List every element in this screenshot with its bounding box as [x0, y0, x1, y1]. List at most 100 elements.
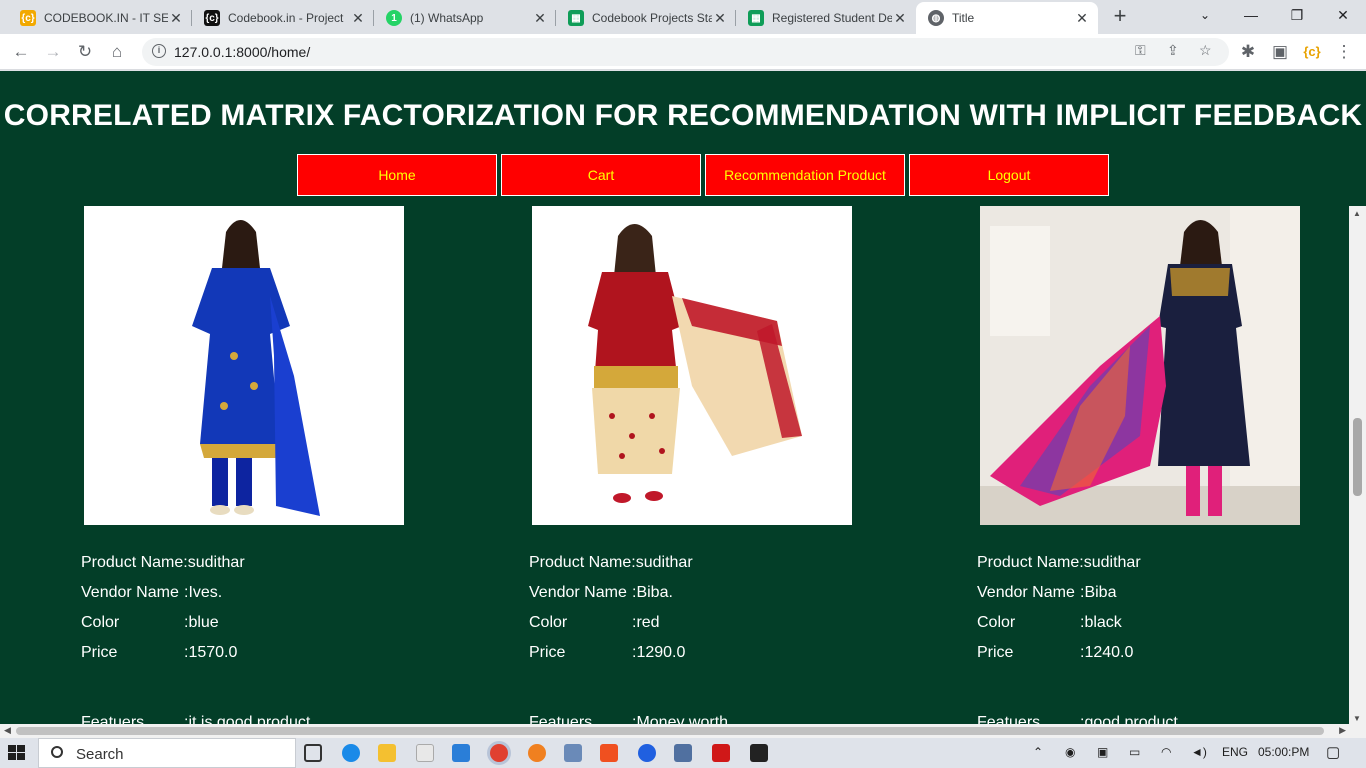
file-explorer-icon[interactable]: [378, 744, 396, 762]
extensions-icon[interactable]: ✱: [1235, 39, 1261, 65]
tab-search-icon[interactable]: ⌄: [1182, 0, 1228, 32]
acrobat-icon[interactable]: [712, 744, 730, 762]
tab-strip: {c} CODEBOOK.IN - IT SER ✕ {c} Codebook.…: [0, 0, 1366, 34]
chrome-icon[interactable]: [490, 744, 508, 762]
remote-desktop-icon[interactable]: [564, 744, 582, 762]
codebook-icon: {c}: [20, 10, 36, 26]
windows-start-icon[interactable]: [8, 745, 26, 761]
scroll-right-icon[interactable]: ▶: [1339, 725, 1346, 736]
nav-recommendation-product[interactable]: Recommendation Product: [705, 154, 905, 196]
notifications-icon[interactable]: ▢: [1326, 743, 1340, 761]
chevron-up-icon[interactable]: ⌃: [1033, 745, 1043, 759]
meet-now-icon[interactable]: ◉: [1065, 745, 1075, 759]
key-icon[interactable]: ⚿: [1135, 42, 1146, 59]
reload-icon[interactable]: ↻: [72, 39, 98, 65]
product-image[interactable]: [532, 206, 852, 525]
vscode-icon[interactable]: [452, 744, 470, 762]
home-icon[interactable]: ⌂: [104, 39, 130, 65]
windows-taskbar: Search ⌃ ◉ ▣ ▭ ◠ ◄) ENG 05:00:PM ▢: [0, 738, 1366, 768]
product-image[interactable]: [980, 206, 1300, 525]
terminal-icon[interactable]: [750, 744, 768, 762]
page-content: CORRELATED MATRIX FACTORIZATION FOR RECO…: [0, 71, 1366, 738]
color-value: :red: [632, 614, 660, 631]
scroll-down-icon[interactable]: ▼: [1353, 714, 1361, 723]
codebook-extension-icon[interactable]: {c}: [1299, 39, 1325, 65]
edge-icon[interactable]: [342, 744, 360, 762]
tab-registered-student[interactable]: ▦ Registered Student De ✕: [736, 2, 916, 34]
browser-toolbar: ← → ↻ ⌂ i 127.0.0.1:8000/home/ ⚿ ⇪ ☆ ✱ ▣…: [0, 34, 1366, 70]
vendor-name-label: Vendor Name: [977, 584, 1075, 601]
product-image[interactable]: [84, 206, 404, 525]
new-tab-button[interactable]: +: [1108, 5, 1132, 29]
brave-icon[interactable]: [600, 744, 618, 762]
tab-title-active[interactable]: ◍ Title ✕: [916, 2, 1098, 34]
product-name-label: Product Name:: [529, 554, 636, 571]
price-value: :1290.0: [632, 644, 686, 661]
url-text[interactable]: 127.0.0.1:8000/home/: [174, 44, 310, 60]
color-label: Color: [529, 614, 568, 631]
nav-home[interactable]: Home: [297, 154, 497, 196]
zoom-icon[interactable]: [638, 744, 656, 762]
close-icon[interactable]: ✕: [1074, 10, 1090, 27]
product-name-value: sudithar: [187, 554, 245, 571]
tab-codebook-sheet[interactable]: ▦ Codebook Projects Sta ✕: [556, 2, 736, 34]
forward-icon[interactable]: →: [40, 39, 66, 65]
product-details: Product Name: sudithar Vendor Name:Biba. …: [529, 548, 862, 738]
close-icon[interactable]: ✕: [168, 10, 184, 27]
share-icon[interactable]: ⇪: [1167, 42, 1179, 59]
product-card: Product Name: sudithar Vendor Name:Biba. …: [529, 206, 862, 738]
tab-whatsapp[interactable]: 1 (1) WhatsApp ✕: [374, 2, 556, 34]
product-card: Product Name: sudithar Vendor Name:Biba C…: [977, 206, 1310, 738]
product-name-label: Product Name:: [977, 554, 1084, 571]
task-view-icon[interactable]: [304, 744, 322, 762]
codebook-icon: {c}: [204, 10, 220, 26]
tab-codebook-it[interactable]: {c} CODEBOOK.IN - IT SER ✕: [8, 2, 192, 34]
tab-codebook-project[interactable]: {c} Codebook.in - Project ✕: [192, 2, 374, 34]
search-icon: [51, 746, 63, 758]
nav-cart[interactable]: Cart: [501, 154, 701, 196]
nav-logout[interactable]: Logout: [909, 154, 1109, 196]
close-window-button[interactable]: ✕: [1320, 0, 1366, 32]
bookmark-star-icon[interactable]: ☆: [1199, 42, 1212, 59]
volume-icon[interactable]: ◄): [1191, 745, 1207, 759]
close-icon[interactable]: ✕: [712, 10, 728, 27]
price-label: Price: [977, 644, 1014, 661]
store-icon[interactable]: [416, 744, 434, 762]
language-indicator[interactable]: ENG: [1222, 745, 1248, 759]
scroll-thumb[interactable]: [16, 727, 1324, 735]
close-icon[interactable]: ✕: [350, 10, 366, 27]
taskbar-search-text: Search: [76, 746, 124, 763]
tab-title: CODEBOOK.IN - IT SER: [44, 11, 168, 25]
tab-title: Codebook.in - Project: [228, 11, 344, 25]
taskbar-search-box[interactable]: Search: [38, 738, 296, 768]
product-card: Product Name: sudithar Vendor Name:Ives. …: [81, 206, 414, 738]
display-icon[interactable]: ▣: [1097, 745, 1108, 759]
price-label: Price: [529, 644, 566, 661]
vertical-scrollbar[interactable]: ▲ ▼: [1349, 206, 1366, 726]
vendor-name-value: :Ives.: [184, 584, 223, 601]
minimize-button[interactable]: —: [1228, 0, 1274, 32]
side-panel-icon[interactable]: ▣: [1267, 39, 1293, 65]
clock[interactable]: 05:00:PM: [1258, 745, 1309, 759]
price-label: Price: [81, 644, 118, 661]
restore-button[interactable]: ❐: [1274, 0, 1320, 32]
horizontal-scrollbar[interactable]: ◀ ▶: [0, 724, 1366, 738]
scroll-left-icon[interactable]: ◀: [4, 725, 11, 736]
battery-icon[interactable]: ▭: [1129, 745, 1140, 759]
sheets-icon: ▦: [748, 10, 764, 26]
scroll-thumb[interactable]: [1353, 418, 1362, 496]
color-label: Color: [81, 614, 120, 631]
tab-title: Title: [952, 11, 975, 25]
back-icon[interactable]: ←: [8, 39, 34, 65]
wifi-icon[interactable]: ◠: [1161, 745, 1171, 759]
monitor-icon[interactable]: [674, 744, 692, 762]
sheets-icon: ▦: [568, 10, 584, 26]
whatsapp-icon: 1: [386, 10, 402, 26]
address-bar[interactable]: i 127.0.0.1:8000/home/ ⚿ ⇪ ☆: [142, 38, 1229, 66]
close-icon[interactable]: ✕: [532, 10, 548, 27]
scroll-up-icon[interactable]: ▲: [1353, 209, 1361, 218]
close-icon[interactable]: ✕: [892, 10, 908, 27]
search-app-icon[interactable]: [528, 744, 546, 762]
menu-icon[interactable]: ⋮: [1331, 39, 1357, 65]
site-info-icon[interactable]: i: [152, 44, 166, 58]
